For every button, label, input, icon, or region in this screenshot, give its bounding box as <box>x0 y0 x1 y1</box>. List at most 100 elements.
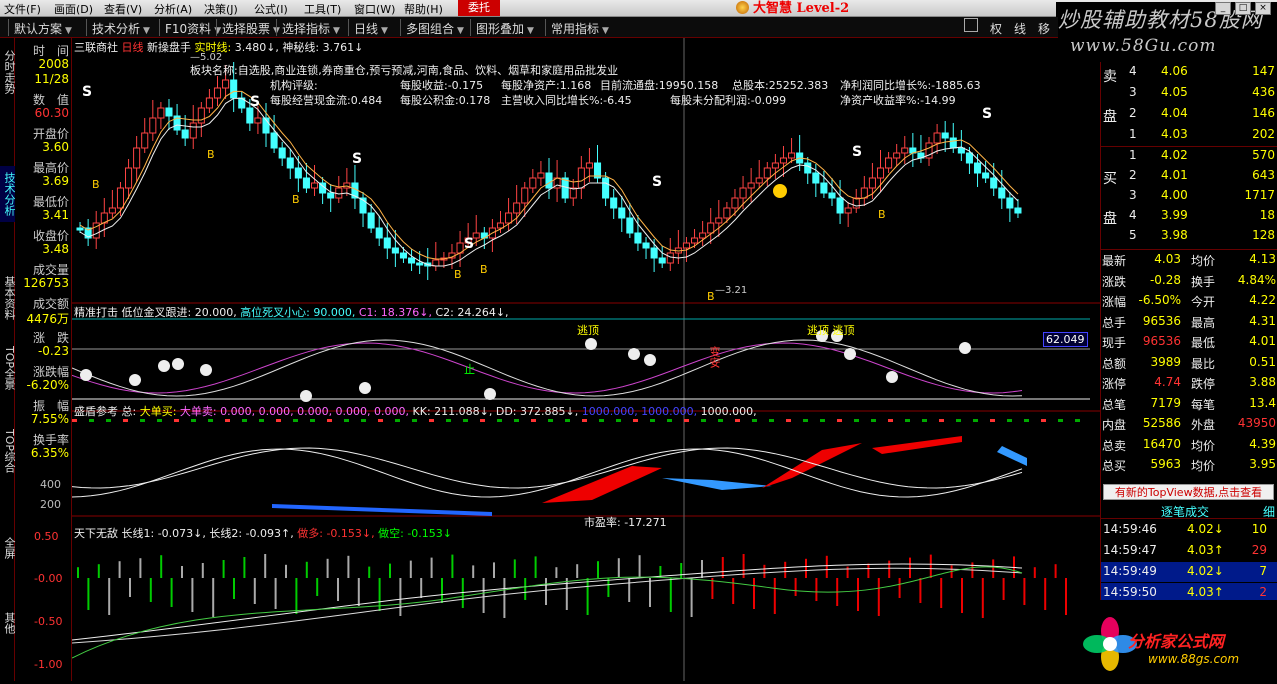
bid-price[interactable]: 4.01 <box>1161 168 1188 182</box>
panel3-d: KK: 211.088↓, <box>412 405 496 418</box>
face-icon <box>585 338 597 350</box>
candle-body <box>472 232 480 239</box>
candle-body <box>682 242 690 249</box>
candle-body <box>634 232 642 244</box>
side-tab[interactable]: TOP综合 <box>0 416 16 486</box>
restore-icon[interactable]: □ <box>1235 2 1251 15</box>
bid-price[interactable]: 3.99 <box>1161 208 1188 222</box>
panel3-axis-label: 200 <box>40 498 61 511</box>
panel4-c: 做多: -0.153↓, <box>297 527 379 540</box>
menu-item[interactable]: 公式(I) <box>254 1 288 17</box>
stat-value: 4.03 <box>1154 252 1181 266</box>
menu-item[interactable]: 画面(D) <box>54 1 93 17</box>
ask-volume: 146 <box>1252 106 1275 120</box>
toolbar-item[interactable]: 技术分析 ▼ <box>92 20 150 37</box>
ask-price[interactable]: 4.03 <box>1161 127 1188 141</box>
menu-item[interactable]: 分析(A) <box>154 1 192 17</box>
chart-svg[interactable]: SSSSSSSBBBB BBB—3.21—5.02 <box>71 38 1100 681</box>
signal-dot <box>293 419 298 422</box>
menu-item[interactable]: 决策(J) <box>204 1 238 17</box>
signal-dot <box>327 419 332 422</box>
signal-dot <box>599 419 604 422</box>
candle-body <box>901 147 909 154</box>
toolbar-item[interactable]: 图形叠加 ▼ <box>476 20 534 37</box>
signal-dot <box>242 419 247 422</box>
menu-item[interactable]: 查看(V) <box>104 1 142 17</box>
side-tab[interactable]: 基本资料 <box>0 266 16 330</box>
chevron-down-icon: ▼ <box>333 26 340 36</box>
toolbar-item[interactable]: 默认方案 ▼ <box>14 20 72 37</box>
panel4-axis-label: 0.50 <box>34 530 59 543</box>
signal-dot <box>378 419 383 422</box>
stat-value: 4.74 <box>1154 375 1181 389</box>
low-price-label: —3.21 <box>715 285 747 296</box>
toolbar-item[interactable]: 选择指标 ▼ <box>282 20 340 37</box>
bid-price[interactable]: 4.00 <box>1161 188 1188 202</box>
face-icon <box>484 388 496 400</box>
signal-dot <box>106 419 111 422</box>
signal-dot <box>72 419 77 422</box>
divider <box>1101 146 1277 147</box>
candle-body <box>998 187 1006 199</box>
ask-price[interactable]: 4.04 <box>1161 106 1188 120</box>
chevron-down-icon: ▼ <box>381 26 388 36</box>
tick-volume: 2 <box>1259 585 1267 599</box>
menu-item[interactable]: 窗口(W) <box>354 1 395 17</box>
blue-band <box>662 478 772 490</box>
ask-level: 3 <box>1129 85 1137 99</box>
topview-banner[interactable]: 有新的TopView数据,点击查看 <box>1103 484 1274 500</box>
face-icon <box>359 382 371 394</box>
toolbar-item[interactable]: 多图组合 ▼ <box>406 20 464 37</box>
close-icon[interactable]: × <box>1255 2 1271 15</box>
ask-price[interactable]: 4.05 <box>1161 85 1188 99</box>
stat-value: 43950 <box>1237 416 1276 430</box>
chart-area[interactable]: S S S S S S S B B B B B B B —3.21 —5.02 三联商社 日线 新操盘手 实时… <box>71 38 1100 681</box>
side-tab[interactable]: 其他 <box>0 603 16 643</box>
side-tab[interactable]: TOP全景 <box>0 338 16 398</box>
brand-logo: 大智慧 Level-2 <box>736 0 886 17</box>
grid-icon[interactable] <box>964 18 978 32</box>
panel4-b: 长线2: -0.093↑, <box>209 527 298 540</box>
signal-dot <box>701 419 706 422</box>
panel4-name: 天下无敌 <box>74 527 122 540</box>
signal-dot <box>446 419 451 422</box>
toolbar-item[interactable]: F10资料 ▼ <box>165 20 221 37</box>
side-tab[interactable]: 全屏 <box>0 528 16 568</box>
minimize-icon[interactable]: _ <box>1215 2 1231 15</box>
face-icon <box>844 348 856 360</box>
menu-item[interactable]: 文件(F) <box>4 1 41 17</box>
candle-body <box>771 162 779 169</box>
toolbar-right-item[interactable]: 线 <box>1014 20 1026 37</box>
toolbar-item[interactable]: 常用指标 ▼ <box>551 20 609 37</box>
signal-dot <box>259 419 264 422</box>
ask-price[interactable]: 4.06 <box>1161 64 1188 78</box>
delegate-button[interactable]: 委托 <box>458 0 500 16</box>
tick-time: 14:59:46 <box>1103 522 1157 536</box>
side-tab[interactable]: 技术分析 <box>0 166 16 222</box>
signal-dot <box>480 419 485 422</box>
signal-dot <box>531 419 536 422</box>
toolbar-item[interactable]: 日线 ▼ <box>354 20 388 37</box>
toolbar-right-item[interactable]: 权 <box>990 20 1002 37</box>
sell-marker: S <box>852 144 862 160</box>
side-tab[interactable]: 分时走势 <box>0 44 16 100</box>
menu-item[interactable]: 帮助(H) <box>404 1 443 17</box>
tick-volume: 7 <box>1259 564 1267 578</box>
ask-volume: 202 <box>1252 127 1275 141</box>
bid-price[interactable]: 4.02 <box>1161 148 1188 162</box>
menu-item[interactable]: 工具(T) <box>304 1 341 17</box>
toolbar-right-item[interactable]: 移 <box>1038 20 1050 37</box>
signal-dot <box>786 419 791 422</box>
candle-body <box>626 217 634 234</box>
signal-dot <box>956 419 961 422</box>
candle-body <box>618 207 626 219</box>
bid-price[interactable]: 3.98 <box>1161 228 1188 242</box>
toolbar-item[interactable]: 选择股票▼ <box>222 20 280 37</box>
chevron-down-icon: ▼ <box>457 26 464 36</box>
stat-label: 总手 <box>1102 315 1127 330</box>
candle-body <box>246 107 254 124</box>
candle-body <box>650 247 658 259</box>
signal-dot <box>157 419 162 422</box>
candle-body <box>755 177 763 184</box>
toolbar-separator <box>276 19 277 36</box>
